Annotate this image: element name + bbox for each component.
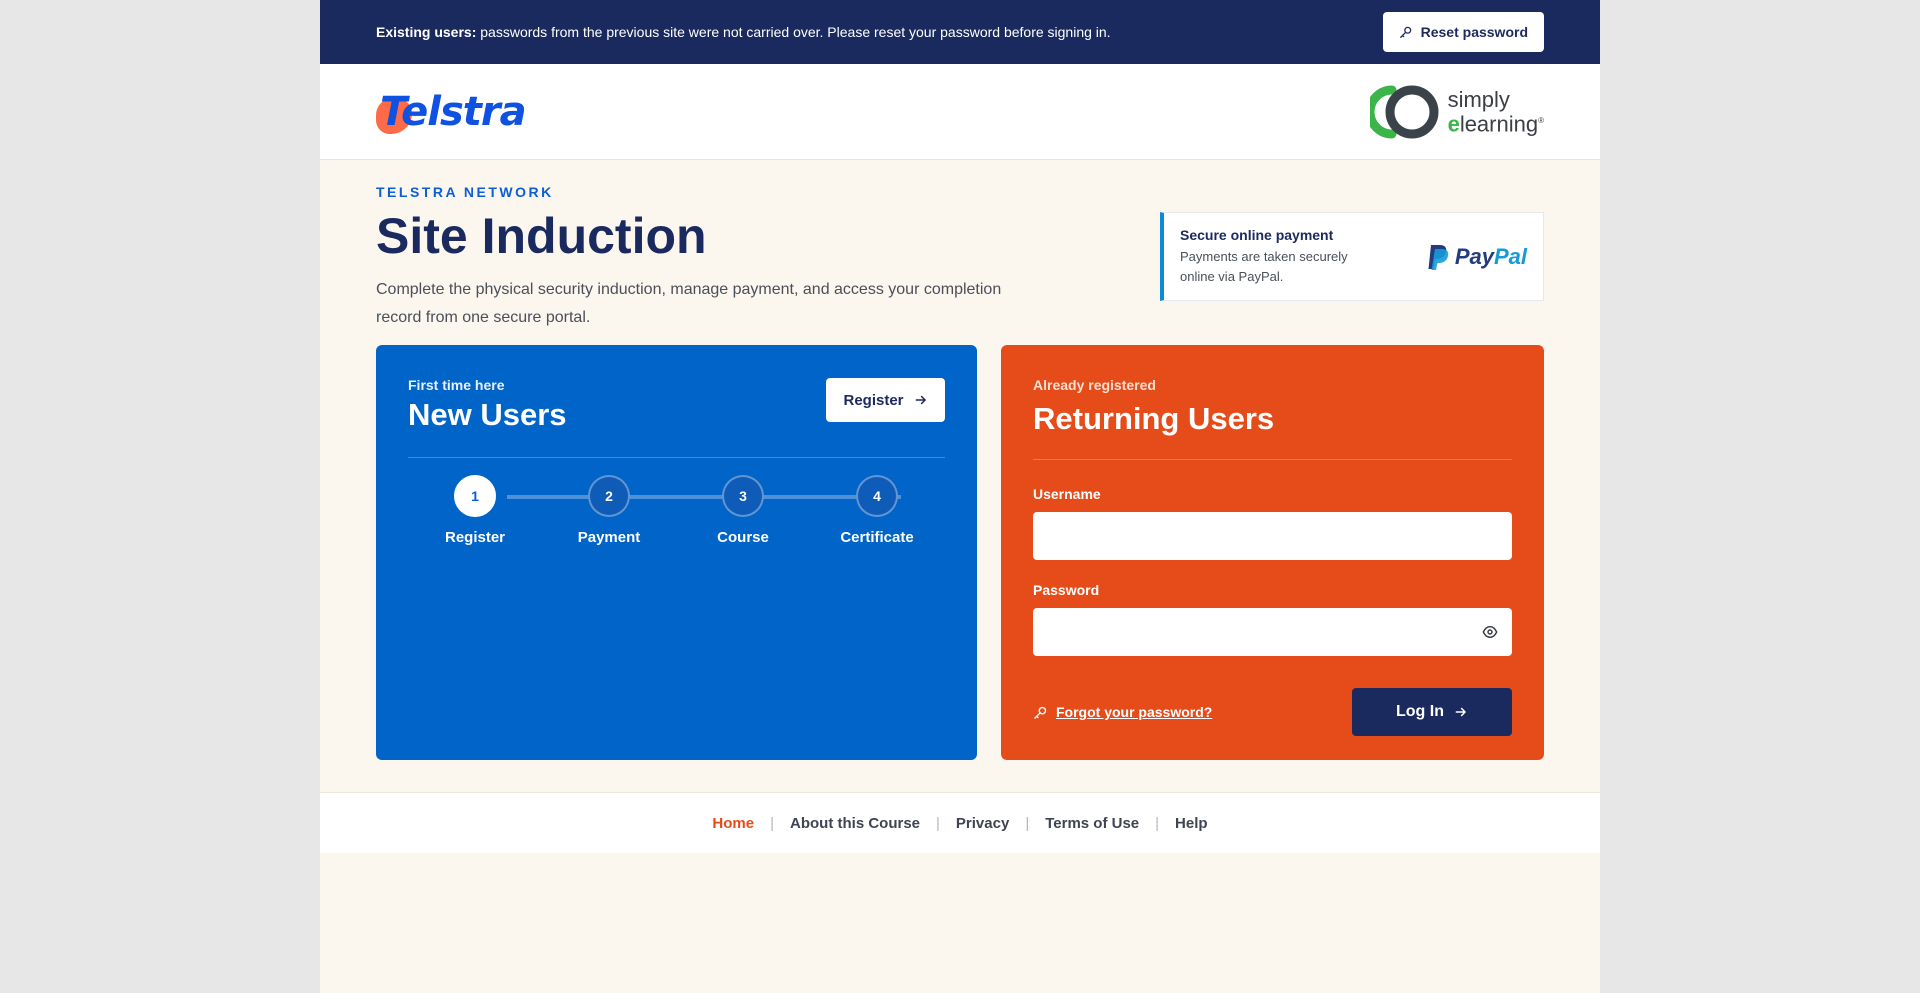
footer-separator: | [1155,814,1160,832]
payment-info-box: Secure online payment Payments are taken… [1160,212,1544,301]
password-label: Password [1033,582,1100,598]
footer-separator: | [1025,814,1030,832]
step-label: Course [717,529,769,546]
hero-description: Complete the physical security induction… [376,281,1002,326]
username-label: Username [1033,486,1101,502]
step-number: 2 [588,475,630,517]
arrow-right-icon [915,395,926,405]
show-password-icon[interactable] [1482,624,1498,640]
paypal-logo: PayPal [1427,244,1527,270]
username-input[interactable] [1033,512,1512,560]
notice-lead: Existing users: [376,24,477,40]
notice-bar: Existing users: passwords from the previ… [320,0,1600,64]
step-number: 4 [856,475,898,517]
paypal-icon [1428,244,1449,270]
step-label: Payment [577,529,641,546]
simply-elearning-logo: simply elearning® [1369,84,1544,140]
hero-eyebrow: TELSTRA NETWORK [376,184,554,200]
page: Existing users: passwords from the previ… [320,0,1600,993]
step-label: Certificate [840,529,914,546]
key-icon [1399,26,1411,38]
returning-users-kicker: Already registered [1033,377,1156,393]
forgot-password-link[interactable]: Forgot your password? [1033,704,1212,720]
key-icon [1034,706,1047,719]
payment-info-title: Secure online payment [1180,226,1334,243]
progress-steps: 1 Register 2 Payment 3 Course 4 Certific… [408,475,945,555]
notice-text: passwords from the previous site were no… [480,24,1111,40]
telstra-logo-text: Telstra [380,88,527,135]
step-number: 3 [722,475,764,517]
step-payment: 2 Payment [559,475,659,546]
site-header: Telstra simply elearning® [320,64,1600,160]
step-course: 3 Course [693,475,793,546]
simply-elearning-wordmark: simply elearning® [1447,86,1544,137]
step-label: Register [444,529,506,546]
hero-section: TELSTRA NETWORK Site Induction Complete … [320,160,1600,340]
footer-separator: | [936,814,940,832]
arrow-right-icon [1455,707,1466,717]
reset-password-label: Reset password [1420,24,1528,40]
footer-link-privacy[interactable]: Privacy [956,815,1009,832]
new-users-card: First time here New Users Register 1 Reg… [376,345,977,760]
returning-users-divider [1033,459,1512,460]
login-actions: Forgot your password? Log In [1033,688,1512,736]
returning-users-card: Already registered Returning Users Usern… [1001,345,1544,760]
forgot-password-label[interactable]: Forgot your password? [1056,704,1212,720]
register-button[interactable]: Register [826,378,945,422]
footer-link-home[interactable]: Home [712,815,754,832]
footer-nav: Home | About this Course | Privacy | Ter… [320,792,1600,853]
register-label: Register [843,391,904,409]
step-certificate: 4 Certificate [827,475,927,546]
login-label: Log In [1396,703,1444,720]
paypal-wordmark: PayPal [1454,243,1527,269]
new-users-divider [408,457,945,458]
footer-link-help[interactable]: Help [1175,815,1208,832]
wordmark-line1: simply [1447,86,1510,112]
footer-link-terms[interactable]: Terms of Use [1045,815,1139,832]
telstra-logo[interactable]: Telstra [376,88,527,136]
user-cards: First time here New Users Register 1 Reg… [376,345,1544,760]
footer-separator: | [770,814,775,832]
simply-elearning-mark [1369,85,1439,138]
payment-info-text: Payments are taken securely online via P… [1180,248,1348,284]
notice-message: Existing users: passwords from the previ… [376,24,1111,40]
footer-link-about[interactable]: About this Course [790,815,920,832]
password-field[interactable] [1033,608,1512,656]
wordmark-line2: elearning® [1447,111,1544,137]
login-button[interactable]: Log In [1352,688,1512,736]
returning-users-title: Returning Users [1033,401,1275,436]
step-register: 1 Register [425,475,525,546]
step-number: 1 [454,475,496,517]
reset-password-button[interactable]: Reset password [1382,12,1544,52]
